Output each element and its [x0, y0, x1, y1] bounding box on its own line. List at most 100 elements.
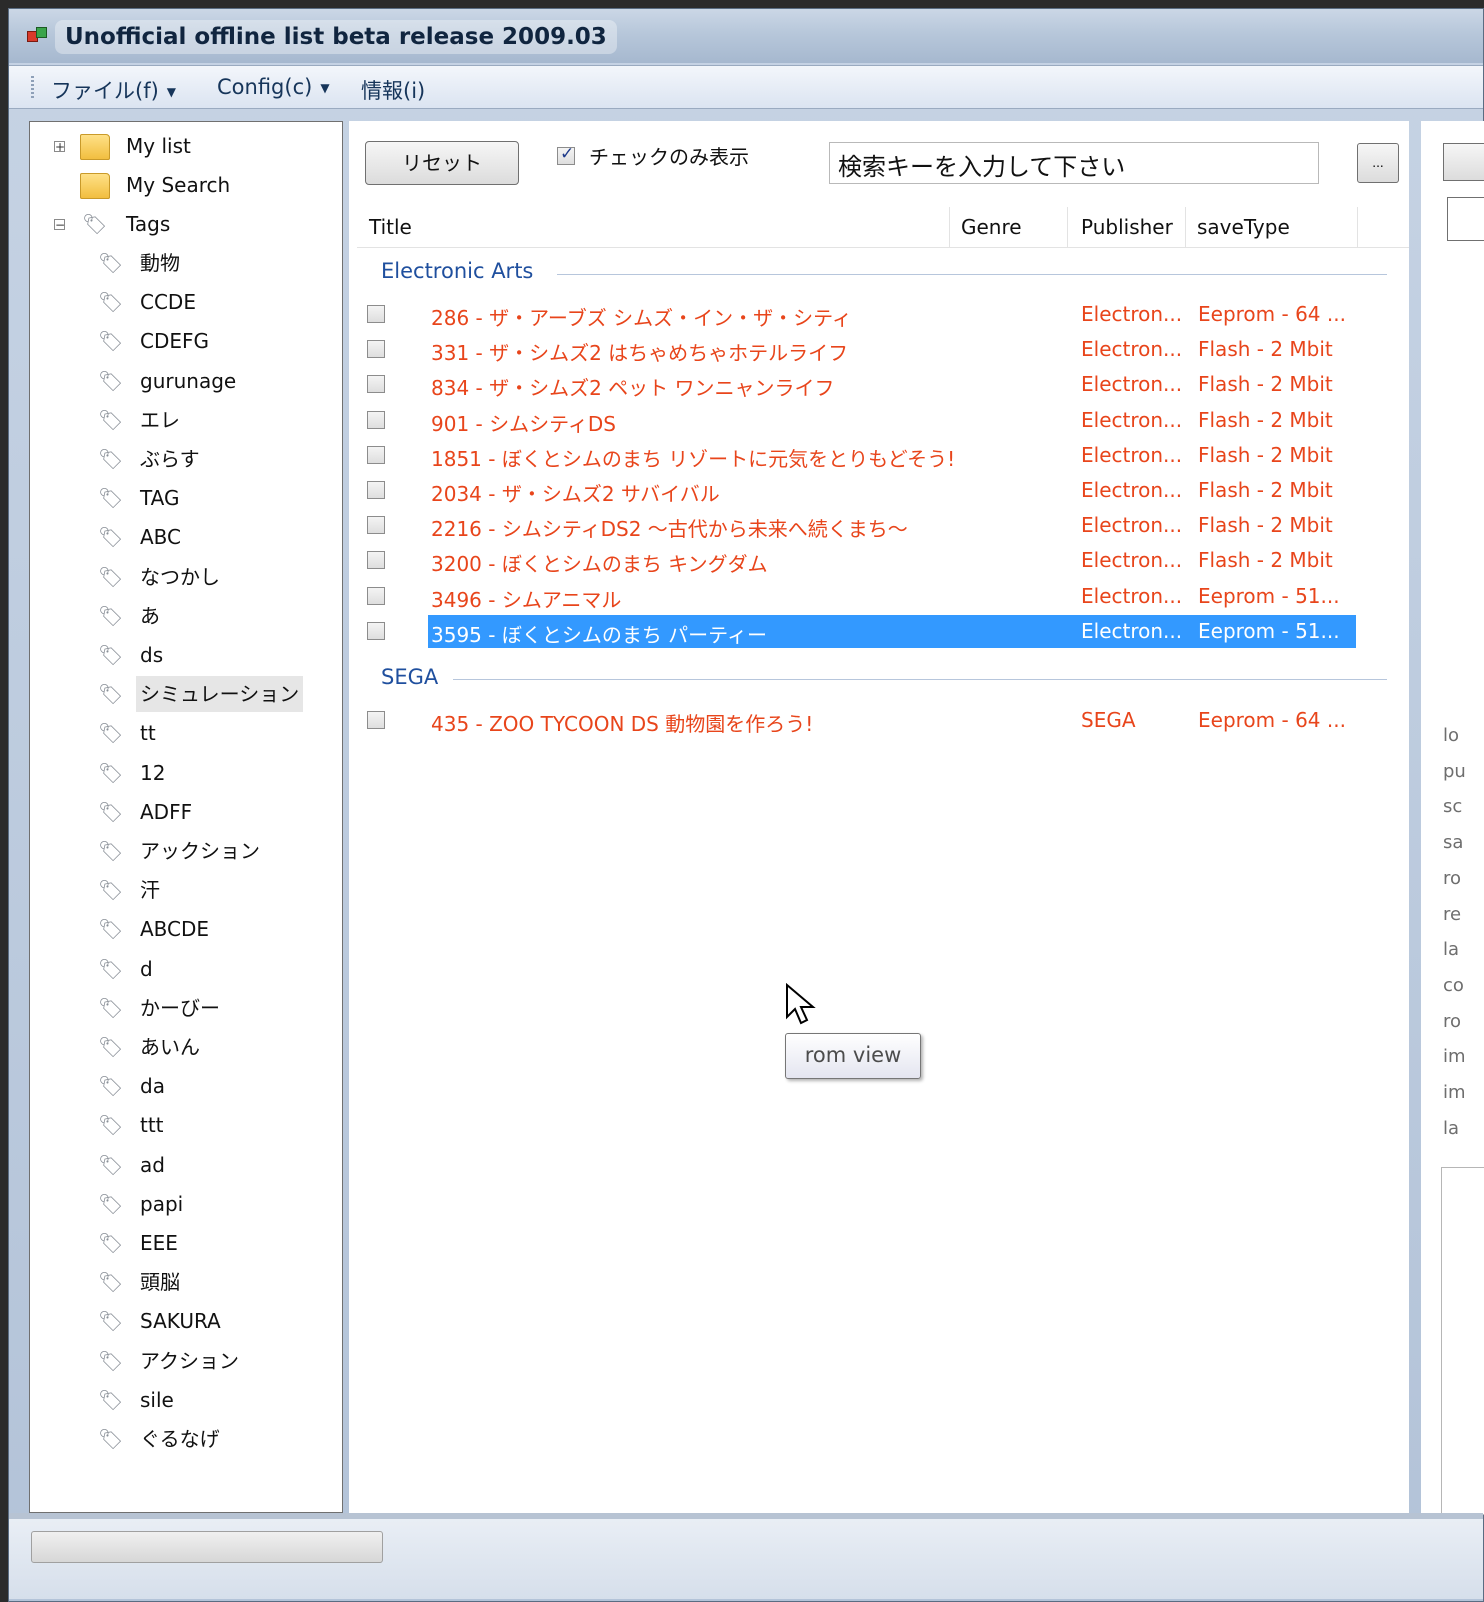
rom-row[interactable]: 435 - ZOO TYCOON DS 動物園を作ろう! SEGA Eeprom -… — [349, 703, 1409, 738]
col-divider[interactable] — [949, 207, 950, 247]
menu-config[interactable]: Config(c) ▼ — [217, 75, 330, 99]
detail-label: ro — [1443, 1010, 1462, 1032]
tree-item-tag[interactable]: 🏷 CDEFG — [30, 323, 330, 359]
tree-item-tag[interactable]: 🏷 汗 — [30, 872, 330, 908]
row-checkbox[interactable] — [367, 445, 385, 464]
dropdown-arrow-icon: ▼ — [166, 85, 177, 99]
tag-icon: 🏷 — [98, 878, 124, 903]
row-checkbox[interactable] — [367, 375, 385, 394]
rom-row[interactable]: 2216 - シムシティDS2 ～古代から未来へ続くまち～ Electron...… — [349, 508, 1409, 543]
col-divider[interactable] — [1357, 207, 1358, 247]
tree-item-tag[interactable]: 🏷 sile — [30, 1382, 330, 1418]
tree-item-tag[interactable]: 🏷 アクション — [30, 1343, 330, 1379]
row-checkbox[interactable] — [367, 621, 385, 640]
row-checkbox[interactable] — [367, 410, 385, 429]
tag-icon: 🏷 — [98, 1152, 124, 1177]
col-savetype[interactable]: saveType — [1197, 215, 1290, 239]
tree-item-tag[interactable]: 🏷 アックション — [30, 833, 330, 869]
rom-publisher: Electron... — [1081, 618, 1183, 643]
row-checkbox[interactable] — [367, 481, 385, 499]
detail-button[interactable] — [1443, 143, 1484, 181]
tree-item-tag[interactable]: 🏷 シミュレーション — [30, 676, 330, 713]
row-checkbox[interactable] — [367, 516, 385, 535]
menu-file[interactable]: ファイル(f) ▼ — [51, 75, 176, 105]
tree-item-tag[interactable]: 🏷 あ — [30, 598, 330, 634]
menu-grip[interactable] — [31, 76, 34, 98]
rom-row[interactable]: 3496 - シムアニマル Electron... Eeprom - 51... — [349, 579, 1409, 614]
detail-label: lo — [1443, 725, 1460, 746]
rom-row[interactable]: 1851 - ぼくとシムのまち リゾートに元気をとりもどそう! Electron.… — [349, 438, 1409, 473]
col-divider[interactable] — [1067, 207, 1068, 247]
tree-item-tag[interactable]: 🏷 ad — [30, 1147, 330, 1183]
row-checkbox[interactable] — [367, 551, 385, 570]
tree-item-tag[interactable]: 🏷 ぐるなげ — [30, 1421, 330, 1457]
rom-row[interactable]: 3200 - ぼくとシムのまち キングダム Electron... Flash - … — [349, 543, 1409, 578]
tree-item-tag[interactable]: 🏷 エレ — [30, 402, 330, 438]
tag-tree[interactable]: + My list My Search − 🏷 Tags 🏷 動物 🏷 CCDE 🏷 CD… — [29, 121, 343, 1513]
check-only-checkbox[interactable] — [557, 144, 575, 165]
col-divider[interactable] — [1185, 207, 1186, 247]
detail-panel: lo pu sc sa ro re la co ro im im la — [1421, 121, 1484, 1515]
tree-item-tag[interactable]: 🏷 TAG — [30, 480, 330, 516]
tree-item-tag[interactable]: 🏷 ttt — [30, 1107, 330, 1143]
tree-item-tag[interactable]: 🏷 あいん — [30, 1029, 330, 1065]
title-bar[interactable]: Unofficial offline list beta release 200… — [9, 9, 1483, 63]
col-publisher[interactable]: Publisher — [1081, 215, 1173, 239]
progress-bar — [31, 1531, 383, 1563]
tree-item-tag[interactable]: 🏷 動物 — [30, 245, 330, 281]
col-title[interactable]: Title — [369, 215, 412, 239]
tree-item-tag[interactable]: 🏷 ABCDE — [30, 911, 330, 947]
list-header: Title Genre Publisher saveType — [357, 207, 1409, 248]
rom-row[interactable]: 3595 - ぼくとシムのまち パーティー Electron... Eeprom -… — [349, 614, 1409, 649]
tree-item-tag[interactable]: 🏷 da — [30, 1068, 330, 1104]
row-checkbox[interactable] — [367, 340, 385, 359]
tree-item-tag[interactable]: 🏷 CCDE — [30, 284, 330, 320]
expand-icon[interactable]: + — [54, 141, 65, 153]
rom-row[interactable]: 901 - シムシティDS Electron... Flash - 2 Mbit — [349, 403, 1409, 438]
menu-info-label: 情報(i) — [361, 79, 426, 103]
tree-item-tag[interactable]: 🏷 SAKURA — [30, 1303, 330, 1339]
tree-label: papi — [140, 1191, 184, 1216]
menu-info[interactable]: 情報(i) — [361, 75, 425, 105]
tree-item-tags[interactable]: − 🏷 Tags — [30, 206, 330, 242]
detail-dropdown[interactable] — [1447, 197, 1484, 241]
tree-item-tag[interactable]: 🏷 tt — [30, 715, 330, 751]
detail-textarea[interactable] — [1441, 1167, 1484, 1515]
tree-item-tag[interactable]: 🏷 12 — [30, 755, 330, 791]
tree-item-tag[interactable]: 🏷 gurunage — [30, 363, 330, 399]
row-checkbox[interactable] — [367, 305, 385, 323]
tag-icon: 🏷 — [98, 917, 124, 942]
col-genre[interactable]: Genre — [961, 215, 1022, 239]
tag-icon: 🏷 — [98, 1074, 124, 1099]
row-checkbox[interactable] — [367, 586, 385, 605]
row-checkbox[interactable] — [367, 711, 385, 729]
tree-item-tag[interactable]: 🏷 ADFF — [30, 794, 330, 830]
detail-label: sc — [1443, 796, 1463, 818]
group-header[interactable]: Electronic Arts — [381, 259, 533, 289]
tree-item-tag[interactable]: 🏷 なつかし — [30, 559, 330, 595]
collapse-icon[interactable]: − — [54, 219, 65, 231]
rom-row[interactable]: 331 - ザ・シムズ2 はちゃめちゃホテルライフ Electron... Flas… — [349, 332, 1409, 367]
tree-item-tag[interactable]: 🏷 ds — [30, 637, 330, 673]
tree-item-tag[interactable]: 🏷 頭脳 — [30, 1264, 330, 1300]
rom-publisher: Electron... — [1081, 372, 1183, 397]
rom-savetype: Eeprom - 64 ... — [1198, 708, 1346, 732]
tree-item-my-list[interactable]: + My list — [30, 128, 330, 164]
tree-label: ad — [140, 1152, 165, 1177]
tree-item-tag[interactable]: 🏷 EEE — [30, 1225, 330, 1261]
tree-item-tag[interactable]: 🏷 かーびー — [30, 990, 330, 1026]
tree-item-tag[interactable]: 🏷 d — [30, 951, 330, 987]
tree-item-tag[interactable]: 🏷 papi — [30, 1186, 330, 1222]
tree-item-tag[interactable]: 🏷 ABC — [30, 519, 330, 555]
rom-title: 2216 - シムシティDS2 ～古代から未来へ続くまち～ — [431, 517, 908, 542]
ellipsis-button[interactable]: ... — [1357, 143, 1399, 183]
tree-item-my-search[interactable]: My Search — [30, 167, 330, 203]
group-header[interactable]: SEGA — [381, 665, 438, 695]
search-input[interactable]: 検索キーを入力して下さい — [829, 142, 1319, 184]
rom-row[interactable]: 286 - ザ・アーブズ シムズ・イン・ザ・シティ Electron... Eepr… — [349, 297, 1409, 332]
tree-item-tag[interactable]: 🏷 ぶらす — [30, 441, 330, 477]
reset-button[interactable]: リセット — [365, 141, 519, 185]
rom-row[interactable]: 2034 - ザ・シムズ2 サバイバル Electron... Flash - 2 … — [349, 473, 1409, 508]
rom-row[interactable]: 834 - ザ・シムズ2 ペット ワンニャンライフ Electron... Flas… — [349, 367, 1409, 402]
tag-icon: 🏷 — [98, 1191, 124, 1216]
